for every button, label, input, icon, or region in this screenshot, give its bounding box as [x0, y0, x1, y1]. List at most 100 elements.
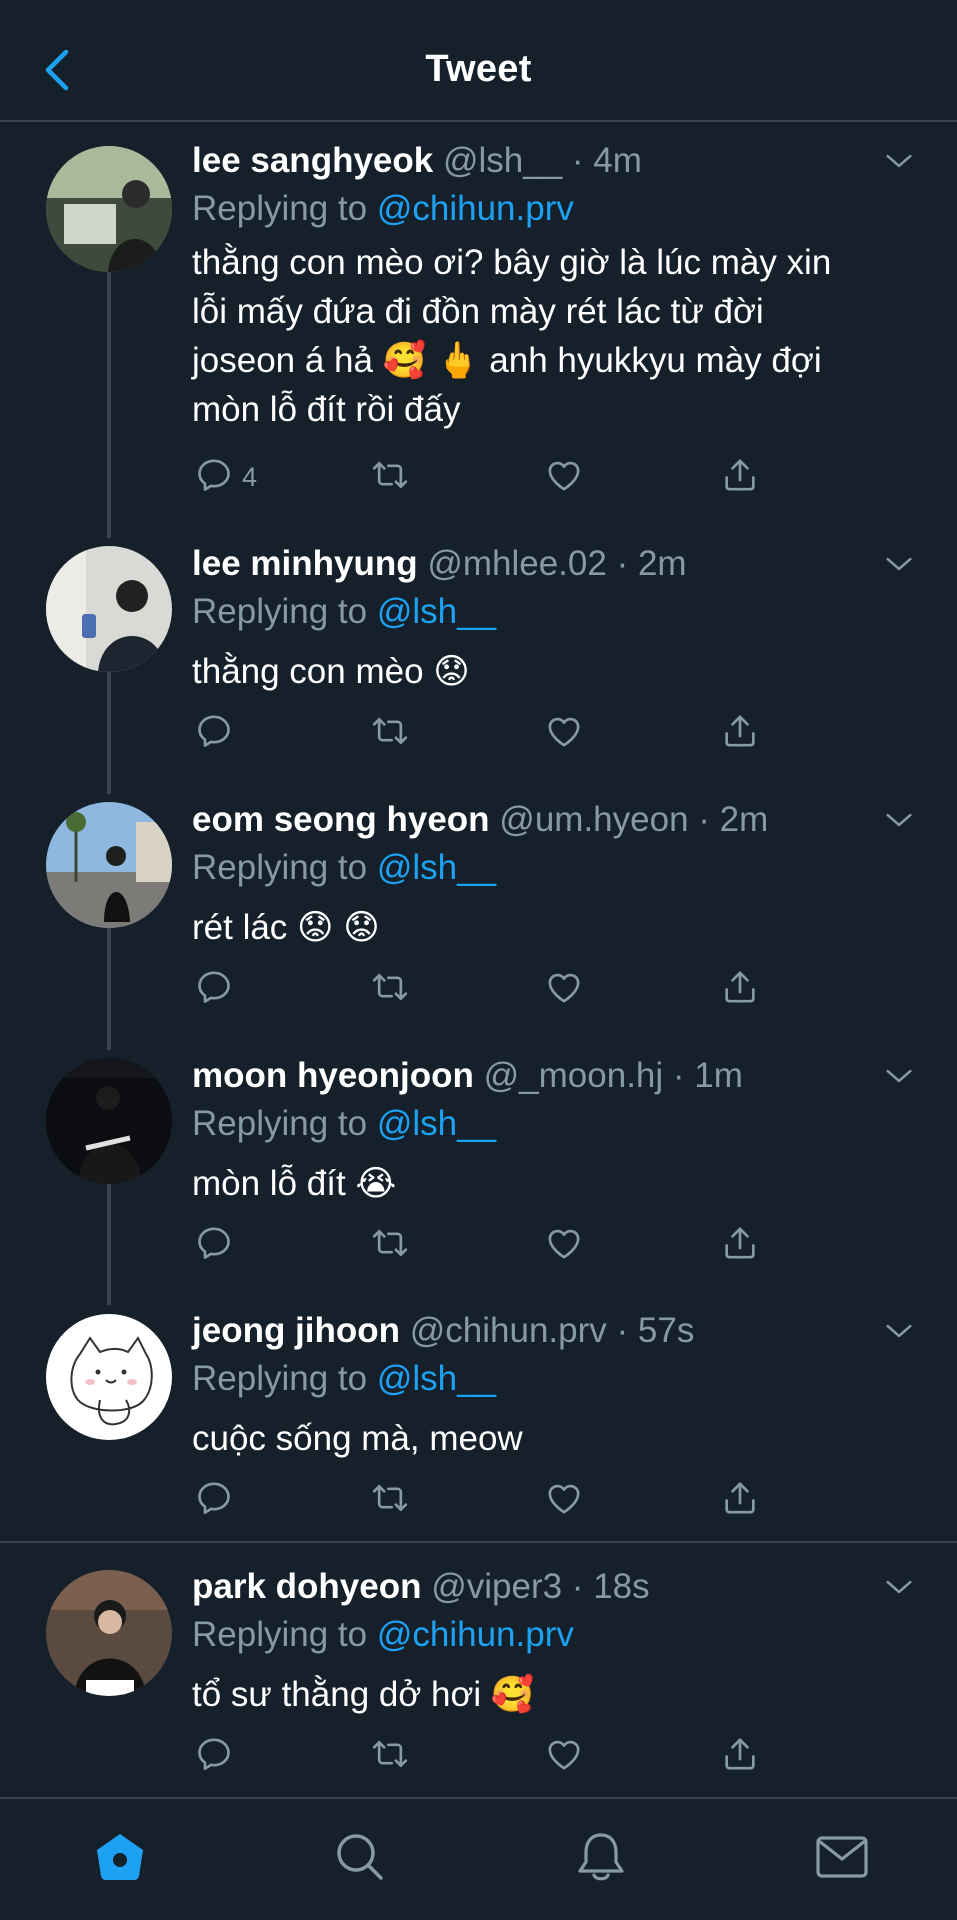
like-button[interactable]	[544, 1734, 584, 1778]
reply-count: 4	[242, 461, 258, 492]
username[interactable]: @_moon.hj	[484, 1056, 664, 1095]
reply-icon	[194, 967, 234, 1012]
reply-icon	[194, 711, 234, 756]
tweet-text-line: thằng con mèo ơi? bây giờ là lúc mày xin	[192, 243, 832, 282]
avatar[interactable]	[46, 146, 172, 272]
tweet-text: cuộc sống mà, meow	[192, 1414, 892, 1463]
username[interactable]: @mhlee.02	[427, 544, 607, 583]
thread-connector	[107, 1183, 111, 1305]
replying-to: Replying to @lsh__	[192, 847, 496, 889]
reply-button[interactable]	[194, 711, 234, 755]
chevron-down-icon[interactable]	[882, 547, 916, 581]
tweet-actions	[192, 711, 792, 755]
display-name[interactable]: park dohyeon	[192, 1567, 421, 1606]
chevron-down-icon[interactable]	[882, 803, 916, 837]
search-icon	[334, 1831, 386, 1888]
top-bar: Tweet	[0, 0, 957, 122]
like-button[interactable]	[544, 1223, 584, 1267]
replying-to-handle[interactable]: @chihun.prv	[377, 1615, 574, 1654]
display-name[interactable]: lee minhyung	[192, 544, 418, 583]
replying-label: Replying to	[192, 1359, 368, 1398]
retweet-button[interactable]	[368, 711, 412, 755]
display-name[interactable]: lee sanghyeok	[192, 141, 433, 180]
chevron-down-icon[interactable]	[882, 1314, 916, 1348]
username[interactable]: @chihun.prv	[410, 1311, 607, 1350]
share-button[interactable]	[720, 1478, 760, 1522]
display-name[interactable]: jeong jihoon	[192, 1311, 400, 1350]
replying-label: Replying to	[192, 189, 368, 228]
tweet-text-line: tổ sư thằng dở hơi 🥰	[192, 1675, 535, 1714]
tweet-text-line: lỗi mấy đứa đi đồn mày rét lác từ đời	[192, 292, 764, 331]
like-button[interactable]	[544, 1478, 584, 1522]
share-button[interactable]	[720, 1734, 760, 1778]
timestamp: 18s	[593, 1567, 650, 1606]
tweet-text-line: mòn lỗ đít 😭	[192, 1164, 397, 1203]
avatar[interactable]	[46, 1058, 172, 1184]
retweet-icon	[368, 455, 412, 500]
reply-button[interactable]	[194, 1223, 234, 1267]
tab-search[interactable]	[330, 1829, 390, 1889]
replying-to-handle[interactable]: @lsh__	[377, 592, 496, 631]
replying-to-handle[interactable]: @lsh__	[377, 1359, 496, 1398]
display-name[interactable]: moon hyeonjoon	[192, 1056, 474, 1095]
replying-to: Replying to @chihun.prv	[192, 1614, 574, 1656]
avatar[interactable]	[46, 546, 172, 672]
tweet-text: thằng con mèo 😟	[192, 647, 892, 696]
share-icon	[720, 1478, 760, 1523]
username[interactable]: @lsh__	[443, 141, 562, 180]
tab-notifications[interactable]	[571, 1829, 631, 1889]
thread-connector	[107, 928, 111, 1050]
share-button[interactable]	[720, 1223, 760, 1267]
like-button[interactable]	[544, 711, 584, 755]
tab-home[interactable]	[90, 1829, 150, 1889]
tweet-text-line: mòn lỗ đít rồi đấy	[192, 390, 461, 429]
heart-icon	[544, 455, 584, 500]
timestamp: 57s	[637, 1311, 695, 1350]
username[interactable]: @viper3	[431, 1567, 562, 1606]
display-name[interactable]: eom seong hyeon	[192, 800, 490, 839]
retweet-button[interactable]	[368, 1734, 412, 1778]
timestamp: 2m	[719, 800, 769, 839]
avatar[interactable]	[46, 802, 172, 928]
chevron-down-icon[interactable]	[882, 144, 916, 178]
tweet-text: mòn lỗ đít 😭	[192, 1159, 892, 1208]
heart-icon	[544, 711, 584, 756]
tweet-actions	[192, 1734, 792, 1778]
retweet-button[interactable]	[368, 967, 412, 1011]
avatar[interactable]	[46, 1314, 172, 1440]
replying-label: Replying to	[192, 1615, 368, 1654]
share-button[interactable]	[720, 455, 760, 499]
tab-messages[interactable]	[812, 1829, 872, 1889]
like-button[interactable]	[544, 455, 584, 499]
replying-to-handle[interactable]: @lsh__	[377, 1104, 496, 1143]
reply-button[interactable]	[194, 1478, 234, 1522]
reply-button[interactable]: 4	[194, 455, 257, 499]
retweet-icon	[368, 1223, 412, 1268]
tweet-text: thằng con mèo ơi? bây giờ là lúc mày xin…	[192, 238, 892, 434]
bottom-tab-bar	[0, 1797, 957, 1920]
like-button[interactable]	[544, 967, 584, 1011]
share-button[interactable]	[720, 967, 760, 1011]
retweet-button[interactable]	[368, 455, 412, 499]
replying-to-handle[interactable]: @chihun.prv	[377, 189, 574, 228]
reply-icon	[194, 1223, 234, 1268]
tweet-text-line: rét lác 😟 😟	[192, 908, 380, 947]
share-button[interactable]	[720, 711, 760, 755]
reply-button[interactable]	[194, 967, 234, 1011]
replying-label: Replying to	[192, 592, 368, 631]
replying-to: Replying to @chihun.prv	[192, 188, 574, 230]
retweet-button[interactable]	[368, 1478, 412, 1522]
home-icon	[93, 1831, 147, 1888]
username[interactable]: @um.hyeon	[499, 800, 688, 839]
replying-to: Replying to @lsh__	[192, 1103, 496, 1145]
chevron-down-icon[interactable]	[882, 1570, 916, 1604]
tweet-actions	[192, 967, 792, 1011]
chevron-down-icon[interactable]	[882, 1059, 916, 1093]
replying-to-handle[interactable]: @lsh__	[377, 848, 496, 887]
tweet-text-line: thằng con mèo 😟	[192, 652, 470, 691]
bell-icon	[575, 1830, 627, 1889]
retweet-button[interactable]	[368, 1223, 412, 1267]
timestamp: 2m	[637, 544, 687, 583]
reply-button[interactable]	[194, 1734, 234, 1778]
avatar[interactable]	[46, 1570, 172, 1696]
